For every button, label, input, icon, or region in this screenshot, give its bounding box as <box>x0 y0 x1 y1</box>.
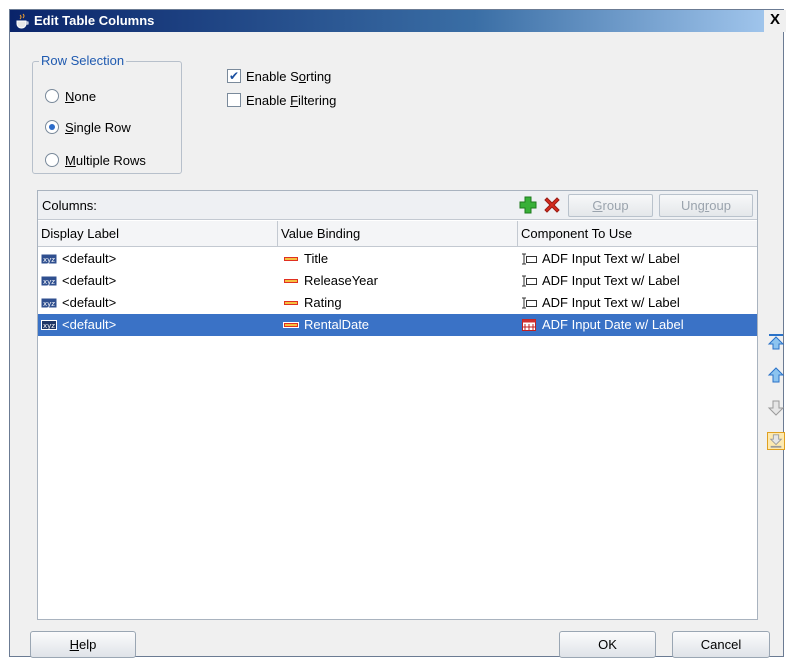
table-row[interactable]: xyz <default> Title ADF Input Text w/ La… <box>38 248 757 270</box>
plus-icon[interactable] <box>518 195 538 215</box>
svg-text:xyz: xyz <box>43 300 55 308</box>
value-binding-cell: Title <box>283 248 328 270</box>
edit-table-columns-dialog: Edit Table Columns X Row Selection None … <box>9 9 786 658</box>
display-label-cell: xyz <default> <box>41 270 116 292</box>
help-button[interactable]: Help <box>30 631 136 658</box>
display-label-cell: xyz <default> <box>41 314 116 336</box>
value-binding-cell: ReleaseYear <box>283 270 378 292</box>
radio-label: None <box>65 88 97 104</box>
value-binding-cell: Rating <box>283 292 342 314</box>
enable-sorting-label: Enable Sorting <box>246 68 332 84</box>
row-selection-legend: Row Selection <box>39 53 127 68</box>
columns-title: Columns: <box>42 198 97 213</box>
display-label-cell: xyz <default> <box>41 292 116 314</box>
move-to-top-icon[interactable] <box>767 333 785 351</box>
radio-indicator[interactable] <box>45 120 59 134</box>
radio-label: Multiple Rows <box>65 152 146 168</box>
move-up-icon[interactable] <box>767 366 785 384</box>
component-cell: ADF Input Text w/ Label <box>521 248 680 270</box>
attribute-icon <box>283 278 299 284</box>
table-row[interactable]: xyz <default> ReleaseYear ADF Input Text… <box>38 270 757 292</box>
radio-multiple-rows[interactable]: Multiple Rows <box>45 151 146 169</box>
enable-sorting-checkbox[interactable]: ✔ Enable Sorting <box>227 67 331 85</box>
row-selection-group: Row Selection None Single Row Multiple R… <box>32 53 182 174</box>
text-field-icon: xyz <box>41 254 57 264</box>
input-text-icon <box>522 253 537 265</box>
ungroup-button[interactable]: Ungroup <box>659 194 753 217</box>
cancel-button[interactable]: Cancel <box>672 631 770 658</box>
columns-table-body: xyz <default> Title ADF Input Text w/ La… <box>38 248 757 336</box>
text-field-icon: xyz <box>41 320 57 330</box>
columns-panel: Columns: Group Ungroup Display Label Val… <box>37 190 758 620</box>
text-field-icon: xyz <box>41 298 57 308</box>
ok-button[interactable]: OK <box>559 631 656 658</box>
title-bar[interactable]: Edit Table Columns X <box>10 10 786 32</box>
header-value-binding[interactable]: Value Binding <box>278 221 518 247</box>
value-binding-cell: RentalDate <box>283 314 369 336</box>
component-cell: ADF Input Text w/ Label <box>521 270 680 292</box>
checkbox-box[interactable] <box>227 93 241 107</box>
radio-none[interactable]: None <box>45 87 96 105</box>
table-row[interactable]: xyz <default> Rating ADF Input Text w/ L… <box>38 292 757 314</box>
text-field-icon: xyz <box>41 276 57 286</box>
move-down-icon[interactable] <box>767 399 785 417</box>
input-text-icon <box>522 297 537 309</box>
header-component-to-use[interactable]: Component To Use <box>518 221 758 247</box>
delete-x-icon[interactable] <box>542 195 562 215</box>
radio-label: Single Row <box>65 119 131 135</box>
radio-single-row[interactable]: Single Row <box>45 118 131 136</box>
enable-filtering-checkbox[interactable]: Enable Filtering <box>227 91 336 109</box>
close-button[interactable]: X <box>764 10 786 32</box>
attribute-icon <box>283 256 299 262</box>
table-row-selected[interactable]: xyz <default> RentalDate ADF Input Date … <box>38 314 757 336</box>
columns-toolbar: Columns: Group Ungroup <box>38 191 757 220</box>
attribute-icon <box>283 300 299 306</box>
move-to-bottom-icon[interactable] <box>767 432 785 450</box>
header-display-label[interactable]: Display Label <box>38 221 278 247</box>
svg-text:xyz: xyz <box>43 322 55 330</box>
dialog-title: Edit Table Columns <box>34 13 155 28</box>
checkmark-icon[interactable]: ✔ <box>227 69 241 83</box>
svg-text:xyz: xyz <box>43 278 55 286</box>
display-label-cell: xyz <default> <box>41 248 116 270</box>
component-cell: ADF Input Date w/ Label <box>521 314 684 336</box>
column-headers: Display Label Value Binding Component To… <box>38 221 757 247</box>
component-cell: ADF Input Text w/ Label <box>521 292 680 314</box>
attribute-icon <box>283 322 299 328</box>
coffee-cup-icon <box>16 13 29 29</box>
radio-indicator[interactable] <box>45 89 59 103</box>
group-button[interactable]: Group <box>568 194 653 217</box>
radio-indicator[interactable] <box>45 153 59 167</box>
input-date-icon <box>522 319 536 331</box>
enable-filtering-label: Enable Filtering <box>246 92 337 108</box>
svg-text:xyz: xyz <box>43 256 55 264</box>
input-text-icon <box>522 275 537 287</box>
